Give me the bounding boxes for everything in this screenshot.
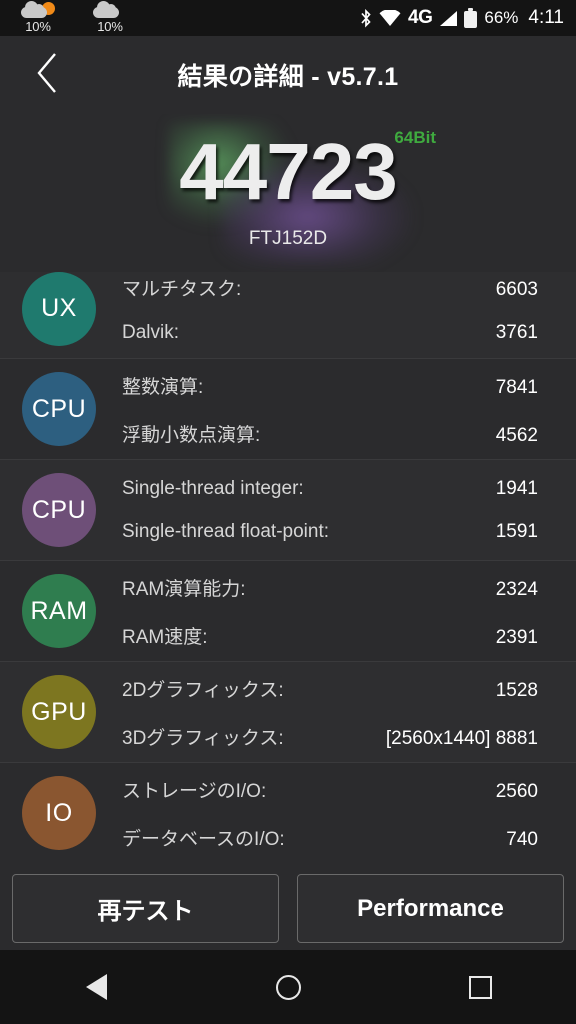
category-badge: GPU (22, 675, 96, 749)
weather-precip-value: 10% (97, 19, 123, 34)
nav-back-button[interactable] (0, 974, 192, 1000)
weather-item: 10% (12, 1, 64, 34)
bluetooth-icon (360, 8, 372, 28)
table-row[interactable]: GPU 2Dグラフィックス: 1528 3Dグラフィックス: [2560x1440] 8… (0, 662, 576, 763)
recents-nav-icon (468, 975, 492, 999)
total-score-value: 44723 (179, 127, 397, 216)
table-row[interactable]: CPU 整数演算: 7841 浮動小数点演算: 4562 (0, 359, 576, 460)
back-nav-icon (85, 974, 107, 1000)
metric-line: RAM速度: 2391 (122, 622, 538, 649)
benchmark-list-inner: UX マルチタスク: 6603 Dalvik: 3761 CPU 整数演算: 7841 浮動小数… (0, 272, 576, 863)
performance-button[interactable]: Performance (297, 874, 564, 943)
metric-line: Single-thread integer: 1941 (122, 478, 538, 500)
android-nav-bar (0, 950, 576, 1024)
metric-value: 1941 (495, 477, 538, 499)
nav-recents-button[interactable] (384, 975, 576, 999)
metric-line: ストレージのI/O: 2560 (122, 776, 538, 803)
score-panel: 44723 64Bit FTJ152D (0, 114, 576, 272)
retest-button[interactable]: 再テスト (12, 874, 279, 943)
metric-value: 3761 (495, 321, 538, 343)
metric-label: 整数演算: (122, 376, 204, 398)
status-bar: 10% 10% 4G 66% 4:11 (0, 0, 576, 36)
metric-value: 740 (506, 828, 538, 850)
metric-value: 1528 (495, 679, 538, 701)
battery-icon (464, 8, 478, 28)
battery-percent-label: 66% (484, 8, 519, 27)
metric-label: マルチタスク: (122, 278, 242, 300)
page-title: 結果の詳細 - v5.7.1 (177, 63, 399, 91)
phone-screen: 10% 10% 4G 66% 4:11 結果の詳細 - v5.7.1 44723… (0, 0, 576, 1024)
cloud-sun-icon (21, 1, 55, 19)
metric-line: Single-thread float-point: 1591 (122, 521, 538, 543)
action-button-bar: 再テスト Performance (0, 867, 576, 950)
metric-label: Single-thread float-point: (122, 520, 330, 542)
table-row[interactable]: UX マルチタスク: 6603 Dalvik: 3761 (0, 272, 576, 359)
metric-value: 2391 (495, 626, 538, 648)
metric-group: マルチタスク: 6603 Dalvik: 3761 (122, 272, 538, 358)
metric-label: 浮動小数点演算: (122, 424, 261, 446)
metric-group: RAM演算能力: 2324 RAM速度: 2391 (122, 561, 538, 661)
status-icons: 4G 66% 4:11 (360, 7, 564, 29)
metric-line: マルチタスク: 6603 (122, 274, 538, 301)
category-badge: UX (22, 272, 96, 346)
metric-line: Dalvik: 3761 (122, 322, 538, 344)
chevron-left-icon (35, 51, 61, 100)
metric-value: 7841 (495, 376, 538, 398)
metric-line: 浮動小数点演算: 4562 (122, 420, 538, 447)
metric-group: Single-thread integer: 1941 Single-thread … (122, 460, 538, 560)
clock-label: 4:11 (528, 7, 564, 28)
metric-group: ストレージのI/O: 2560 データベースのI/O: 740 (122, 763, 538, 863)
table-row[interactable]: IO ストレージのI/O: 2560 データベースのI/O: 740 (0, 763, 576, 863)
cloud-icon (93, 1, 127, 19)
table-row[interactable]: RAM RAM演算能力: 2324 RAM速度: 2391 (0, 561, 576, 662)
category-badge: IO (22, 776, 96, 850)
metric-value: 6603 (495, 278, 538, 300)
metric-line: データベースのI/O: 740 (122, 824, 538, 851)
metric-value: 1591 (495, 520, 538, 542)
signal-bars-icon (439, 10, 458, 26)
category-badge: RAM (22, 574, 96, 648)
category-badge: CPU (22, 473, 96, 547)
metric-line: RAM演算能力: 2324 (122, 574, 538, 601)
metric-label: RAM演算能力: (122, 578, 246, 600)
metric-label: 3Dグラフィックス: (122, 727, 284, 749)
metric-label: RAM速度: (122, 626, 208, 648)
network-type-label: 4G (408, 7, 433, 28)
metric-value: 4562 (495, 424, 538, 446)
weather-indicators: 10% 10% (12, 1, 136, 34)
metric-value: 2560 (495, 780, 538, 802)
category-badge: CPU (22, 372, 96, 446)
metric-value: 2324 (495, 578, 538, 600)
metric-label: Dalvik: (122, 321, 180, 343)
metric-value: [2560x1440] 8881 (385, 727, 538, 749)
wifi-icon (379, 8, 401, 27)
metric-group: 2Dグラフィックス: 1528 3Dグラフィックス: [2560x1440] 8881 (122, 662, 538, 762)
weather-precip-value: 10% (25, 19, 51, 34)
home-nav-icon (275, 974, 301, 1000)
app-bar: 結果の詳細 - v5.7.1 (0, 36, 576, 114)
device-model-label: FTJ152D (248, 228, 328, 249)
metric-line: 2Dグラフィックス: 1528 (122, 675, 538, 702)
metric-label: ストレージのI/O: (122, 780, 267, 802)
back-button[interactable] (20, 47, 76, 103)
metric-label: 2Dグラフィックス: (122, 679, 284, 701)
nav-home-button[interactable] (192, 974, 384, 1000)
metric-line: 整数演算: 7841 (122, 372, 538, 399)
weather-item: 10% (84, 1, 136, 34)
metric-group: 整数演算: 7841 浮動小数点演算: 4562 (122, 359, 538, 459)
metric-label: データベースのI/O: (122, 828, 285, 850)
table-row[interactable]: CPU Single-thread integer: 1941 Single-thre… (0, 460, 576, 561)
metric-label: Single-thread integer: (122, 477, 304, 499)
benchmark-list[interactable]: UX マルチタスク: 6603 Dalvik: 3761 CPU 整数演算: 7841 浮動小数… (0, 272, 576, 863)
bit-badge: 64Bit (394, 128, 436, 147)
metric-line: 3Dグラフィックス: [2560x1440] 8881 (122, 723, 538, 750)
